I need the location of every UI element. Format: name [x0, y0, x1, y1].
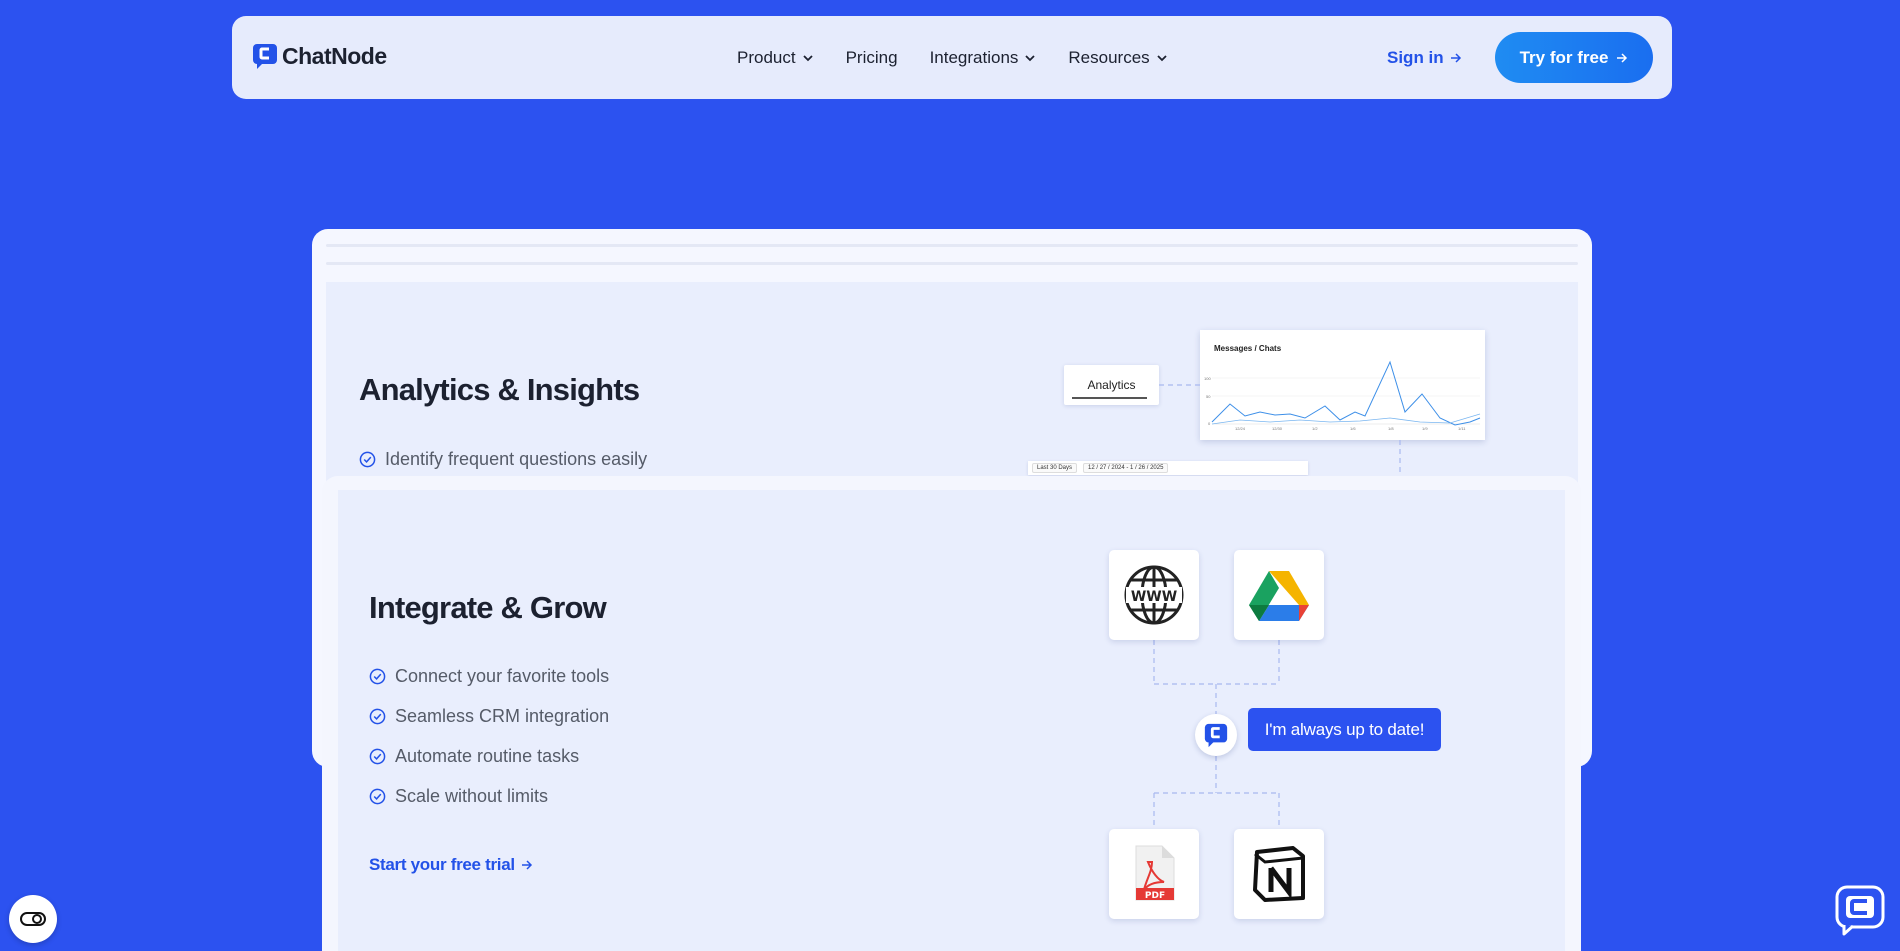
- chats-series-line: [1211, 413, 1481, 425]
- notion-icon: [1253, 846, 1305, 902]
- nav-resources-label: Resources: [1068, 47, 1150, 67]
- nav-resources[interactable]: Resources: [1068, 48, 1167, 68]
- chatnode-logo-icon: [253, 44, 277, 69]
- y-tick: 50: [1206, 394, 1211, 399]
- y-tick: 100: [1204, 376, 1211, 381]
- arrow-right-icon: [1617, 52, 1628, 63]
- card-divider: [326, 244, 1578, 247]
- www-globe-icon: WWW: [1124, 565, 1184, 625]
- chevron-down-icon: [1157, 54, 1167, 61]
- analytics-feature-item: Identify frequent questions easily: [359, 449, 647, 470]
- integrate-feature-label: Seamless CRM integration: [395, 706, 610, 726]
- y-tick: 0: [1208, 421, 1211, 426]
- start-free-trial-link[interactable]: Start your free trial: [369, 855, 533, 875]
- chatnode-chat-icon: [1835, 885, 1885, 936]
- svg-text:PDF: PDF: [1145, 891, 1165, 901]
- google-drive-icon: [1249, 571, 1309, 621]
- main-menu: Product Pricing Integrations Resources: [737, 16, 1168, 99]
- chevron-down-icon: [802, 54, 813, 61]
- x-tick: 1/11: [1458, 426, 1466, 431]
- try-for-free-label: Try for free: [1519, 47, 1609, 67]
- integrate-feature-label: Automate routine tasks: [395, 746, 580, 766]
- try-for-free-button[interactable]: Try for free: [1495, 32, 1653, 83]
- chat-widget-launcher[interactable]: [1834, 884, 1886, 936]
- nav-integrations[interactable]: Integrations: [930, 48, 1037, 68]
- date-range-select[interactable]: Last 30 Days: [1032, 463, 1078, 473]
- integrate-feature-item: Scale without limits: [369, 786, 548, 807]
- chart-plot: 100 50 0 12/24 12/30 1/2 1/6 1/8 1/9 1/1…: [1204, 360, 1481, 431]
- accessibility-toggle-button[interactable]: [9, 895, 57, 943]
- x-tick: 1/8: [1388, 426, 1394, 431]
- sign-in-label: Sign in: [1387, 47, 1444, 67]
- check-circle-icon: [369, 668, 386, 685]
- arrow-right-icon: [521, 860, 532, 870]
- x-tick: 1/9: [1422, 426, 1428, 431]
- svg-text:WWW: WWW: [1131, 589, 1177, 605]
- sign-in-link[interactable]: Sign in: [1387, 16, 1462, 99]
- x-tick: 12/30: [1272, 426, 1283, 431]
- nav-product-label: Product: [737, 47, 796, 67]
- date-range-input[interactable]: 12 / 27 / 2024 - 1 / 26 / 2025: [1083, 463, 1169, 473]
- chatnode-hub: [1195, 714, 1237, 756]
- nav-integrations-label: Integrations: [929, 47, 1019, 67]
- pdf-source-tile[interactable]: PDF: [1109, 829, 1199, 919]
- x-tick: 12/24: [1235, 426, 1246, 431]
- x-tick: 1/2: [1312, 426, 1318, 431]
- website-source-tile[interactable]: WWW: [1109, 550, 1199, 640]
- nav-product[interactable]: Product: [737, 48, 814, 68]
- x-tick: 1/6: [1350, 426, 1356, 431]
- analytics-tab[interactable]: Analytics: [1064, 365, 1159, 405]
- notion-source-tile[interactable]: [1234, 829, 1324, 919]
- check-circle-icon: [369, 748, 386, 765]
- check-circle-icon: [369, 788, 386, 805]
- chat-bubble: I'm always up to date!: [1248, 708, 1441, 751]
- nav-pricing[interactable]: Pricing: [846, 48, 898, 68]
- messages-series-line: [1211, 360, 1481, 426]
- date-range-filter[interactable]: Last 30 Days 12 / 27 / 2024 - 1 / 26 / 2…: [1028, 461, 1308, 475]
- messages-chats-chart: Messages / Chats 100 50 0 12/24 12/30 1/…: [1200, 330, 1485, 440]
- integrate-feature-label: Scale without limits: [395, 786, 549, 806]
- brand-logo-link[interactable]: ChatNode: [252, 42, 387, 70]
- integrate-title: Integrate & Grow: [369, 590, 607, 625]
- start-free-trial-label: Start your free trial: [369, 855, 515, 874]
- chatnode-logo-icon: [1204, 723, 1228, 748]
- check-circle-icon: [369, 708, 386, 725]
- pdf-icon: PDF: [1135, 845, 1175, 901]
- chevron-down-icon: [1025, 54, 1036, 61]
- integrate-feature-item: Seamless CRM integration: [369, 706, 609, 727]
- google-drive-source-tile[interactable]: [1234, 550, 1324, 640]
- brand-name: ChatNode: [282, 42, 387, 69]
- integrate-feature-item: Automate routine tasks: [369, 746, 579, 767]
- check-circle-icon: [359, 451, 376, 468]
- nav-pricing-label: Pricing: [845, 47, 898, 67]
- integrate-feature-item: Connect your favorite tools: [369, 666, 609, 687]
- analytics-feature-label: Identify frequent questions easily: [385, 449, 648, 469]
- card-divider: [326, 262, 1578, 265]
- arrow-right-icon: [1450, 52, 1461, 63]
- toggle-icon: [20, 912, 46, 926]
- top-navbar: ChatNode Product Pricing Integrations Re…: [232, 16, 1672, 99]
- integrate-feature-label: Connect your favorite tools: [395, 666, 610, 686]
- analytics-title: Analytics & Insights: [359, 372, 640, 407]
